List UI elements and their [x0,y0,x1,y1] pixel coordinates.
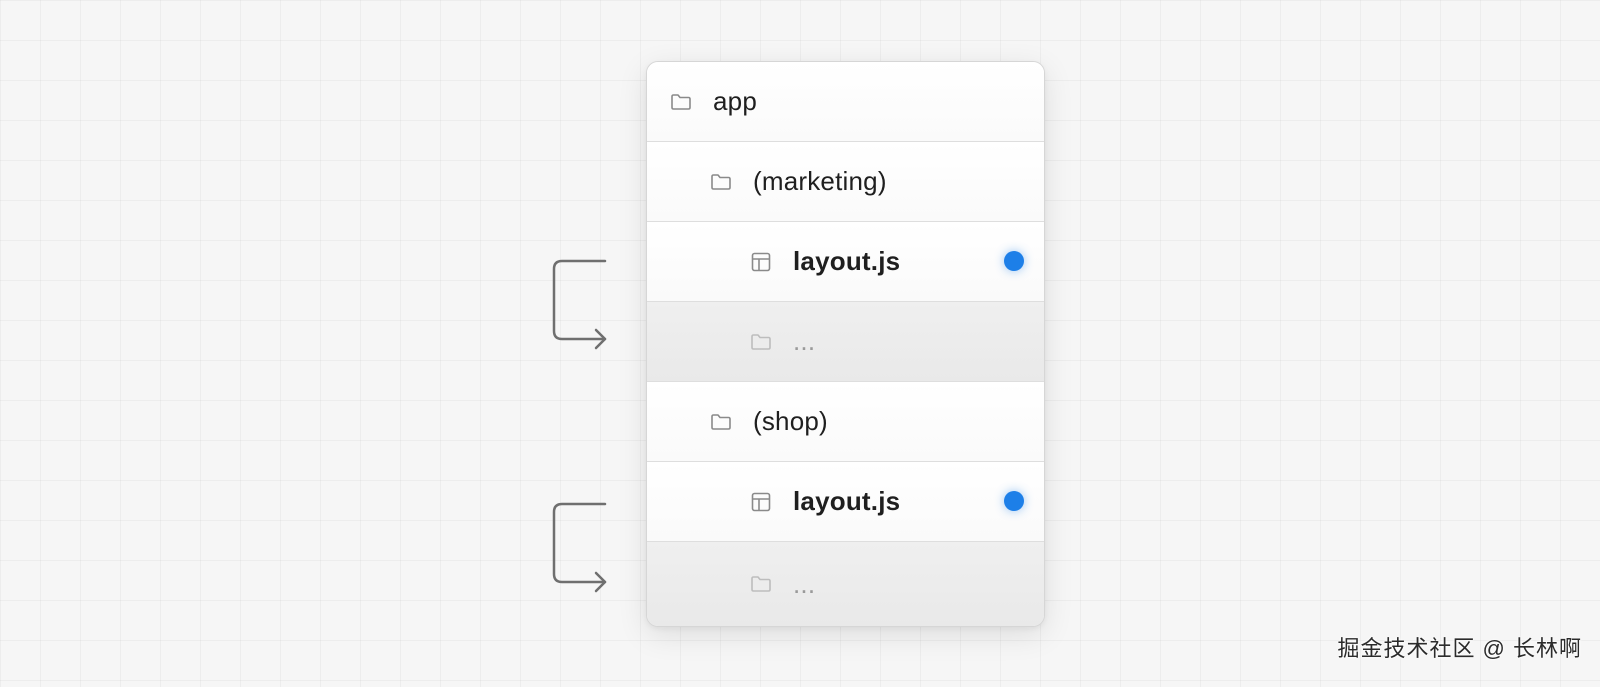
connector-arrow-shop [552,502,607,593]
tree-row-shop[interactable]: (shop) [647,382,1044,462]
folder-icon [669,90,693,114]
tree-row-shop-layout[interactable]: layout.js [647,462,1044,542]
active-marker-dot [1004,251,1024,271]
folder-icon [709,410,733,434]
tree-row-marketing-children[interactable]: ... [647,302,1044,382]
layout-file-icon [749,250,773,274]
tree-row-label: layout.js [793,246,901,276]
connector-arrow-marketing [552,259,607,350]
tree-row-app[interactable]: app [647,62,1044,142]
tree-row-label: app [713,86,757,116]
watermark-text: 掘金技术社区 @ 长林啊 [1337,636,1582,661]
tree-row-shop-children[interactable]: ... [647,542,1044,626]
tree-row-label: layout.js [793,486,901,516]
tree-row-label: (shop) [753,406,828,436]
folder-icon [749,330,773,354]
tree-row-label: (marketing) [753,166,887,196]
folder-icon [709,170,733,194]
file-tree: app (marketing) layout.js ... (shop) lay… [646,61,1045,627]
active-marker-dot [1004,491,1024,511]
tree-row-marketing[interactable]: (marketing) [647,142,1044,222]
tree-row-marketing-layout[interactable]: layout.js [647,222,1044,302]
tree-row-label: ... [793,326,816,356]
layout-file-icon [749,490,773,514]
tree-row-label: ... [793,568,816,599]
folder-icon [749,572,773,596]
